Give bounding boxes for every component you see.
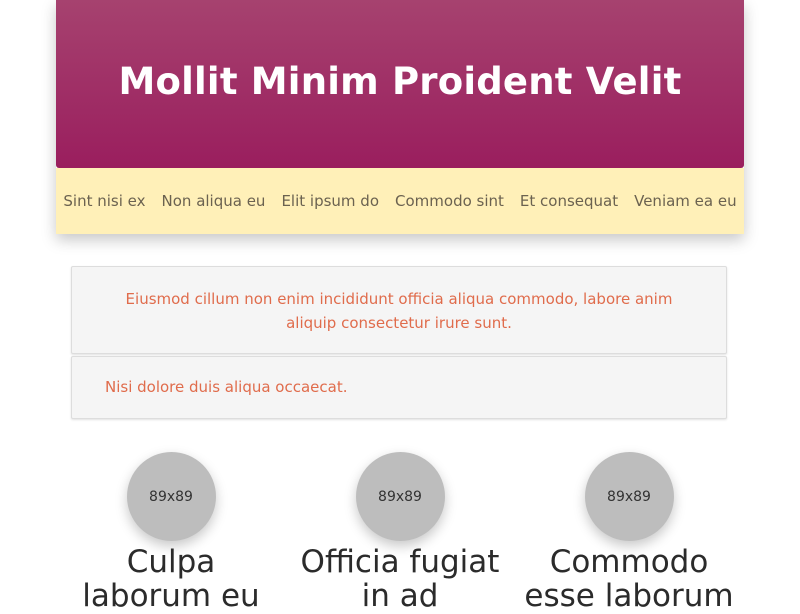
nav-item-veniam-ea-eu[interactable]: Veniam ea eu	[634, 192, 737, 210]
placeholder-image: 89x89	[584, 452, 674, 541]
feature-heading: Commodo esse laborum	[524, 544, 734, 614]
info-alert: Nisi dolore duis aliqua occaecat.	[71, 356, 727, 419]
feature-heading: Officia fugiat in ad	[300, 544, 500, 614]
placeholder-image: 89x89	[126, 452, 216, 541]
nav-item-et-consequat[interactable]: Et consequat	[520, 192, 618, 210]
page-title: Mollit Minim Proident Velit	[118, 59, 682, 103]
feature-column: 89x89 Commodo esse laborum	[519, 452, 739, 613]
nav-item-elit-ipsum-do[interactable]: Elit ipsum do	[281, 192, 379, 210]
page-header: Mollit Minim Proident Velit Sint nisi ex…	[56, 0, 744, 234]
feature-heading: Culpa laborum eu	[82, 544, 260, 614]
info-alert: Eiusmod cillum non enim incididunt offic…	[71, 266, 727, 354]
nav-item-non-aliqua-eu[interactable]: Non aliqua eu	[162, 192, 266, 210]
feature-column: 89x89 Culpa laborum eu	[61, 452, 281, 613]
feature-column: 89x89 Officia fugiat in ad	[290, 452, 510, 613]
nav-item-sint-nisi-ex[interactable]: Sint nisi ex	[63, 192, 145, 210]
top-nav: Sint nisi ex Non aliqua eu Elit ipsum do…	[56, 168, 744, 234]
placeholder-image: 89x89	[355, 452, 445, 541]
nav-item-commodo-sint[interactable]: Commodo sint	[395, 192, 504, 210]
hero-banner: Mollit Minim Proident Velit	[56, 0, 744, 168]
